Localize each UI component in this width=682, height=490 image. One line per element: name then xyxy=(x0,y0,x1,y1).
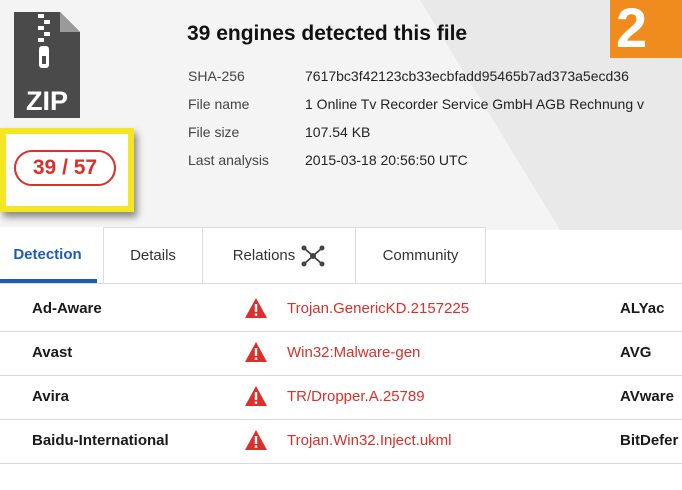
last-analysis-label: Last analysis xyxy=(188,152,269,168)
page-title: 39 engines detected this file xyxy=(187,22,468,45)
warning-icon xyxy=(245,430,267,450)
detection-result: TR/Dropper.A.25789 xyxy=(287,388,425,405)
tab-detection[interactable]: Detection xyxy=(0,227,104,283)
engine-name: AVG xyxy=(620,344,652,361)
zip-file-icon: ZIP xyxy=(14,12,80,118)
file-size-label: File size xyxy=(188,124,240,140)
step-number-badge: 2 xyxy=(610,0,682,58)
engine-name: Avast xyxy=(32,344,73,361)
table-row: Avira TR/Dropper.A.25789 AVware xyxy=(0,375,682,420)
zip-label: ZIP xyxy=(26,86,68,116)
tab-details[interactable]: Details xyxy=(103,227,203,283)
last-analysis-value: 2015-03-18 20:56:50 UTC xyxy=(305,152,468,168)
tab-relations[interactable]: Relations xyxy=(202,227,356,283)
warning-icon xyxy=(245,298,267,318)
engine-name: BitDefer xyxy=(620,432,679,449)
sha256-value: 7617bc3f42123cb33ecbfadd95465b7ad373a5ec… xyxy=(305,68,629,84)
file-size-value: 107.54 KB xyxy=(305,124,371,140)
table-row: Ad-Aware Trojan.GenericKD.2157225 ALYac xyxy=(0,287,682,332)
file-name-label: File name xyxy=(188,96,250,112)
tab-community-label: Community xyxy=(382,247,459,264)
tab-detection-label: Detection xyxy=(13,246,82,263)
sha256-label: SHA-256 xyxy=(188,68,245,84)
tab-relations-label: Relations xyxy=(232,247,296,264)
warning-icon xyxy=(245,386,267,406)
engine-name: AVware xyxy=(620,388,674,405)
detection-result: Trojan.Win32.Inject.ukml xyxy=(287,432,452,449)
active-tab-indicator xyxy=(0,279,97,283)
engine-name: Avira xyxy=(32,388,69,405)
tab-details-label: Details xyxy=(130,247,176,264)
score-highlight-box: 39 / 57 xyxy=(0,128,134,212)
tab-community[interactable]: Community xyxy=(355,227,486,283)
warning-icon xyxy=(245,342,267,362)
detection-score-badge: 39 / 57 xyxy=(14,150,116,186)
table-row: Baidu-International Trojan.Win32.Inject.… xyxy=(0,419,682,464)
table-row: Avast Win32:Malware-gen AVG xyxy=(0,331,682,376)
detection-result: Win32:Malware-gen xyxy=(287,344,421,361)
engine-name: ALYac xyxy=(620,300,665,317)
engine-name: Ad-Aware xyxy=(32,300,102,317)
engine-name: Baidu-International xyxy=(32,432,169,449)
detection-result: Trojan.GenericKD.2157225 xyxy=(287,300,470,317)
graph-icon xyxy=(301,245,325,267)
file-name-value: 1 Online Tv Recorder Service GmbH AGB Re… xyxy=(305,96,645,112)
tab-bar: Detection Details Relations Community xyxy=(0,227,682,284)
